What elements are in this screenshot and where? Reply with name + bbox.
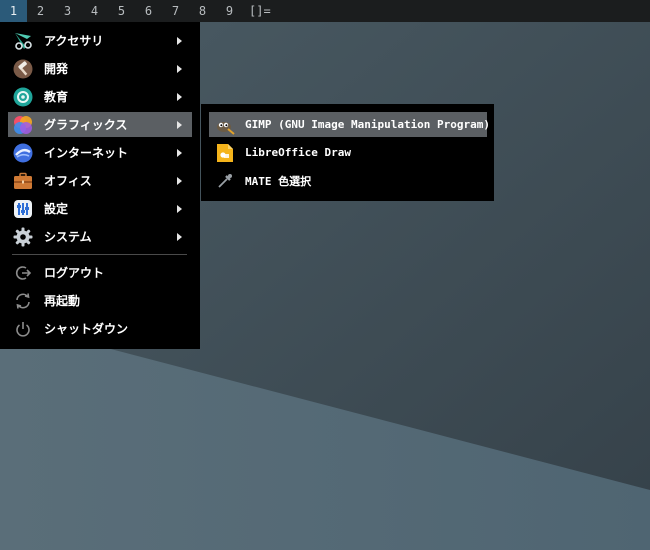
gear-icon <box>12 226 34 248</box>
power-icon <box>12 318 34 340</box>
graphics-submenu: GIMP (GNU Image Manipulation Program) Li… <box>201 104 494 201</box>
menu-item-label: 再起動 <box>44 294 81 308</box>
menu-item-graphics[interactable]: グラフィックス <box>8 112 192 137</box>
menu-item-label: インターネット <box>44 146 129 160</box>
submenu-arrow-icon <box>177 204 182 213</box>
menu-item-label: オフィス <box>44 174 92 188</box>
workspace-1[interactable]: 1 <box>0 0 27 22</box>
submenu-item-label: MATE 色選択 <box>245 174 312 188</box>
menu-separator <box>12 254 187 255</box>
submenu-item-libreoffice-draw[interactable]: LibreOffice Draw <box>209 140 487 165</box>
briefcase-icon <box>12 170 34 192</box>
menu-item-settings[interactable]: 設定 <box>8 196 192 221</box>
application-menu: アクセサリ 開発 教育 グラフィックス インターネット オフィス 設定 システム… <box>0 22 200 349</box>
top-bar: 1 2 3 4 5 6 7 8 9 []= <box>0 0 650 22</box>
submenu-item-label: GIMP (GNU Image Manipulation Program) <box>245 118 491 131</box>
menu-item-label: アクセサリ <box>44 34 104 48</box>
education-icon <box>12 86 34 108</box>
menu-item-label: 教育 <box>44 90 69 104</box>
submenu-arrow-icon <box>177 92 182 101</box>
submenu-arrow-icon <box>177 232 182 241</box>
menu-item-label: グラフィックス <box>44 118 128 132</box>
workspace-6[interactable]: 6 <box>135 0 162 22</box>
menu-item-internet[interactable]: インターネット <box>8 140 192 165</box>
submenu-item-label: LibreOffice Draw <box>245 146 351 159</box>
menu-item-accessories[interactable]: アクセサリ <box>8 28 192 53</box>
submenu-item-mate-color-picker[interactable]: MATE 色選択 <box>209 168 487 193</box>
menu-item-system[interactable]: システム <box>8 224 192 249</box>
menu-item-label: シャットダウン <box>44 322 129 336</box>
gimp-icon <box>215 115 235 135</box>
menu-item-office[interactable]: オフィス <box>8 168 192 193</box>
menu-item-shutdown[interactable]: シャットダウン <box>8 316 192 341</box>
workspace-2[interactable]: 2 <box>27 0 54 22</box>
menu-item-development[interactable]: 開発 <box>8 56 192 81</box>
submenu-arrow-icon <box>177 64 182 73</box>
menu-item-label: ログアウト <box>44 266 105 280</box>
menu-item-reboot[interactable]: 再起動 <box>8 288 192 313</box>
reboot-icon <box>12 290 34 312</box>
layout-indicator[interactable]: []= <box>249 0 271 22</box>
color-picker-icon <box>215 171 235 191</box>
accessories-icon <box>12 30 34 52</box>
internet-icon <box>12 142 34 164</box>
submenu-arrow-icon <box>177 120 182 129</box>
menu-item-label: システム <box>44 230 92 244</box>
submenu-arrow-icon <box>177 148 182 157</box>
graphics-icon <box>12 114 34 136</box>
menu-item-logout[interactable]: ログアウト <box>8 260 192 285</box>
workspace-4[interactable]: 4 <box>81 0 108 22</box>
workspace-3[interactable]: 3 <box>54 0 81 22</box>
submenu-item-gimp[interactable]: GIMP (GNU Image Manipulation Program) <box>209 112 491 137</box>
menu-item-label: 設定 <box>44 202 69 216</box>
logout-icon <box>12 262 34 284</box>
settings-icon <box>12 198 34 220</box>
submenu-arrow-icon <box>177 176 182 185</box>
workspace-5[interactable]: 5 <box>108 0 135 22</box>
workspace-8[interactable]: 8 <box>189 0 216 22</box>
hammer-icon <box>12 58 34 80</box>
menu-item-label: 開発 <box>44 62 69 76</box>
menu-item-education[interactable]: 教育 <box>8 84 192 109</box>
workspace-9[interactable]: 9 <box>216 0 243 22</box>
libreoffice-draw-icon <box>215 143 235 163</box>
workspace-7[interactable]: 7 <box>162 0 189 22</box>
submenu-arrow-icon <box>177 36 182 45</box>
